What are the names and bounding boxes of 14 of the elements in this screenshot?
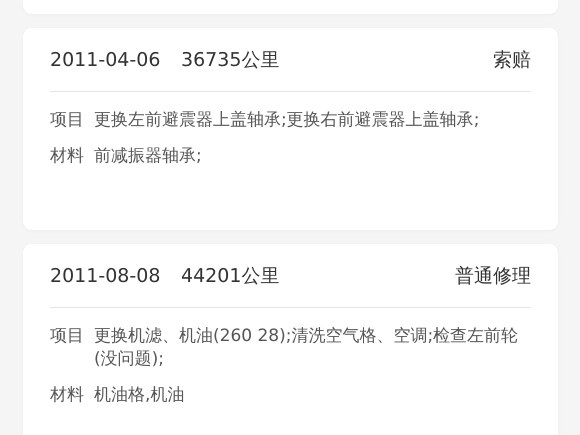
record-date: 2011-08-08 — [50, 264, 162, 286]
row-label: 项目 — [50, 325, 84, 348]
row-text: 前减振器轴承; — [94, 145, 203, 168]
row-label: 材料 — [50, 145, 84, 168]
record-mileage: 44201公里 — [181, 264, 280, 288]
row-label: 材料 — [50, 384, 84, 407]
row-text: 机油格,机油 — [94, 384, 186, 407]
row-text: 更换左前避震器上盖轴承;更换右前避震器上盖轴承; — [94, 109, 480, 132]
record-mileage: 36735公里 — [181, 48, 280, 72]
record-type: 索赔 — [493, 48, 531, 72]
row-text: 更换机滤、机油(260 28);清洗空气格、空调;检查左前轮(没问题); — [94, 325, 520, 371]
record-type: 普通修理 — [455, 264, 531, 288]
record-date: 2011-04-06 — [50, 48, 162, 70]
row-label: 项目 — [50, 109, 84, 132]
